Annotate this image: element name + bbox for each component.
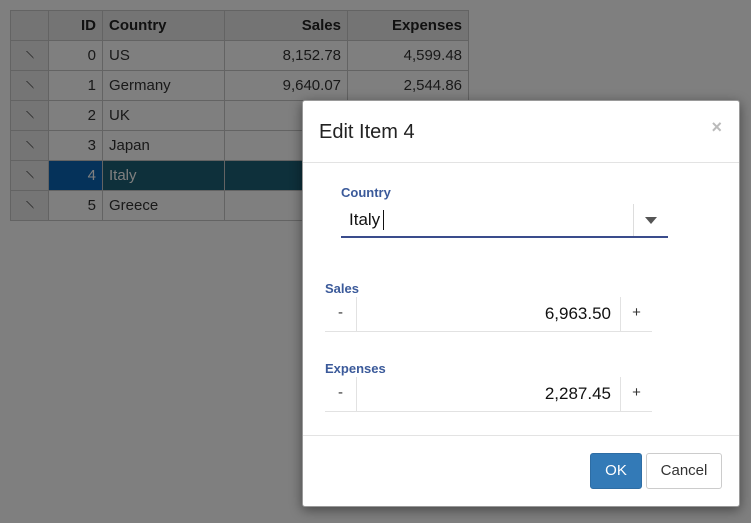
dialog-header: Edit Item 4 × <box>303 101 739 163</box>
sales-decrement-button[interactable]: - <box>325 297 357 331</box>
text-cursor <box>383 210 384 230</box>
expenses-decrement-button[interactable]: - <box>325 377 357 411</box>
expenses-number-input[interactable]: - 2,287.45 + <box>325 377 652 412</box>
country-label: Country <box>341 185 391 200</box>
country-combobox[interactable]: Italy <box>341 204 668 238</box>
dialog-footer-divider <box>303 435 739 436</box>
expenses-label: Expenses <box>325 361 386 376</box>
expenses-increment-button[interactable]: + <box>620 377 652 411</box>
sales-label: Sales <box>325 281 359 296</box>
sales-number-input[interactable]: - 6,963.50 + <box>325 297 652 332</box>
expenses-value[interactable]: 2,287.45 <box>545 384 611 404</box>
close-icon[interactable]: × <box>711 117 722 138</box>
chevron-down-icon <box>645 217 657 224</box>
country-dropdown-button[interactable] <box>633 204 668 236</box>
dialog-title: Edit Item 4 <box>319 121 415 143</box>
ok-button[interactable]: OK <box>590 453 642 489</box>
cancel-button[interactable]: Cancel <box>646 453 722 489</box>
sales-value[interactable]: 6,963.50 <box>545 304 611 324</box>
sales-increment-button[interactable]: + <box>620 297 652 331</box>
country-input[interactable]: Italy <box>349 210 380 230</box>
edit-item-dialog: Edit Item 4 × Country Italy Sales - 6,96… <box>302 100 740 507</box>
